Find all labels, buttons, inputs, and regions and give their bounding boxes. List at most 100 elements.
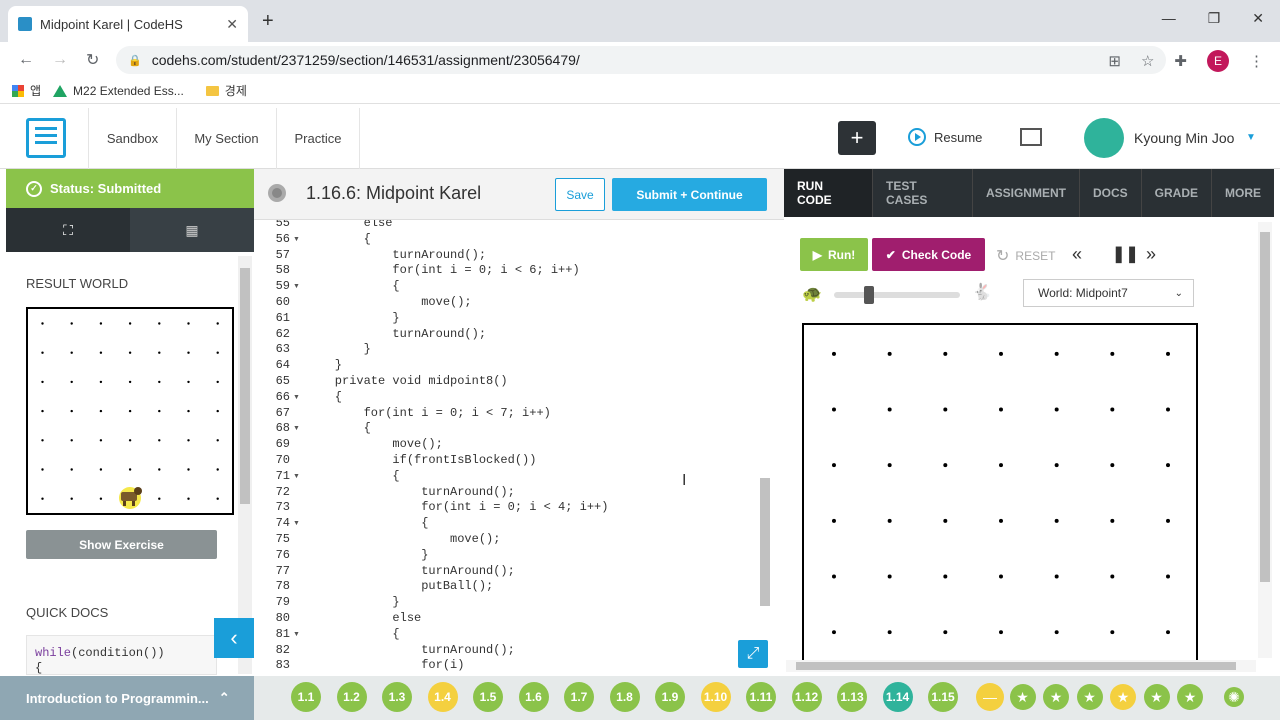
collapse-left-icon[interactable]: ‹ [214,618,254,658]
tab-run-code[interactable]: RUN CODE [784,169,873,217]
url-input[interactable]: 🔒 codehs.com/student/2371259/section/146… [116,46,1166,74]
unit-1-5-button[interactable]: 1.5 [473,682,503,712]
fold-arrow-icon[interactable]: ▼ [293,421,300,437]
check-code-button[interactable]: ✔ Check Code [872,238,985,271]
save-button[interactable]: Save [555,178,605,211]
code-line[interactable]: for(i) [306,658,464,674]
extensions-icon[interactable]: ✚ [1174,52,1187,70]
reset-button[interactable]: ↻ RESET [996,246,1055,266]
unit-1-1-button[interactable]: 1.1 [291,682,321,712]
minimize-icon[interactable]: — [1162,10,1176,27]
code-line[interactable]: } [306,358,342,374]
unit-1-9-button[interactable]: 1.9 [655,682,685,712]
left-scrollbar[interactable] [238,256,252,674]
user-name[interactable]: Kyoung Min Joo [1134,130,1234,146]
expand-icon[interactable]: ⤢ [738,640,768,668]
map-tab-icon[interactable]: ⛶ [6,208,130,252]
nav-practice[interactable]: Practice [276,108,360,169]
restore-icon[interactable]: ❐ [1208,10,1221,27]
close-window-icon[interactable]: ✕ [1252,10,1264,27]
bookmark-apps[interactable]: 앱 [12,82,41,99]
badge-icon[interactable]: ✺ [1224,687,1244,707]
world-horizontal-scrollbar[interactable] [786,660,1256,672]
speed-slider[interactable] [834,292,960,298]
fold-arrow-icon[interactable]: ▼ [293,390,300,406]
fold-arrow-icon[interactable]: ▼ [293,232,300,248]
world-select[interactable]: World: Midpoint7 ⌄ [1023,279,1194,307]
window-icon[interactable] [1020,128,1042,146]
code-line[interactable]: { [306,390,342,406]
code-line[interactable]: turnAround(); [306,248,486,264]
show-exercise-button[interactable]: Show Exercise [26,530,217,559]
code-line[interactable]: putBall(); [306,579,493,595]
step-forward-icon[interactable]: » [1146,244,1156,265]
speed-slider-handle[interactable] [864,286,874,304]
fold-arrow-icon[interactable]: ▼ [293,516,300,532]
code-line[interactable]: { [306,469,399,485]
tab-test-cases[interactable]: TEST CASES [873,169,973,217]
tab-grade[interactable]: GRADE [1142,169,1212,217]
codehs-logo-icon[interactable] [26,118,66,158]
bookmark-star-icon[interactable]: ☆ [1141,52,1154,70]
code-line[interactable]: turnAround(); [306,643,515,659]
code-line[interactable]: turnAround(); [306,564,515,580]
unit-minus-icon[interactable]: — [976,683,1004,711]
chevron-down-icon[interactable]: ▼ [1246,132,1256,143]
course-selector[interactable]: Introduction to Programmin... ⌃ [0,676,254,720]
code-line[interactable]: else [306,220,393,232]
reload-icon[interactable]: ↻ [86,50,99,70]
fold-arrow-icon[interactable]: ▼ [293,279,300,295]
code-editor[interactable]: 55 else 56 ▼ {57 turnAround(); 58 for(int i… [254,220,772,676]
submit-continue-button[interactable]: Submit + Continue [612,178,767,211]
code-line[interactable]: turnAround(); [306,485,515,501]
code-line[interactable]: } [306,548,428,564]
calendar-tab-icon[interactable]: ▦ [130,208,254,252]
tab-assignment[interactable]: ASSIGNMENT [973,169,1080,217]
code-line[interactable]: if(frontIsBlocked()) [306,453,536,469]
code-line[interactable]: turnAround(); [306,327,486,343]
code-line[interactable]: move(); [306,437,442,453]
unit-1-10-button[interactable]: 1.10 [700,682,731,712]
back-icon[interactable]: ← [18,51,34,69]
fold-arrow-icon[interactable]: ▼ [293,469,300,485]
resume-button[interactable]: Resume [908,128,982,146]
code-line[interactable]: } [306,595,399,611]
star-icon[interactable]: ★ [1009,684,1036,710]
editor-scrollbar[interactable] [758,222,770,672]
tab-more[interactable]: MORE [1212,169,1274,217]
code-line[interactable]: for(int i = 0; i < 7; i++) [306,406,551,422]
code-line[interactable]: move(); [306,295,471,311]
unit-1-15-button[interactable]: 1.15 [928,682,958,712]
run-button[interactable]: ▶ Run! [800,238,868,271]
translate-icon[interactable]: ⊞ [1108,52,1121,70]
unit-1-12-button[interactable]: 1.12 [791,682,822,712]
code-line[interactable]: move(); [306,532,500,548]
fold-arrow-icon[interactable]: ▼ [293,627,300,643]
unit-1-2-button[interactable]: 1.2 [336,682,367,712]
browser-tab[interactable]: Midpoint Karel | CodeHS ✕ [8,6,248,42]
star-icon[interactable]: ★ [1043,684,1069,710]
bookmark-m22[interactable]: M22 Extended Ess... [53,84,184,98]
unit-1-7-button[interactable]: 1.7 [564,682,594,712]
forward-icon[interactable]: → [52,51,68,69]
code-line[interactable]: { [306,279,399,295]
user-avatar[interactable] [1084,118,1124,158]
code-line[interactable]: } [306,311,399,327]
code-line[interactable]: else [306,611,421,627]
create-button[interactable]: + [838,121,876,155]
nav-my-section[interactable]: My Section [176,108,276,169]
code-line[interactable]: for(int i = 0; i < 4; i++) [306,500,608,516]
step-back-icon[interactable]: « [1072,244,1082,265]
new-tab-icon[interactable]: + [262,10,274,33]
star-icon[interactable]: ★ [1143,684,1170,710]
code-line[interactable]: private void midpoint8() [306,374,508,390]
unit-1-13-button[interactable]: 1.13 [837,682,867,712]
nav-sandbox[interactable]: Sandbox [88,108,176,169]
star-icon[interactable]: ★ [1177,684,1203,710]
right-scrollbar[interactable] [1258,222,1272,658]
unit-1-6-button[interactable]: 1.6 [518,682,549,712]
unit-1-4-button[interactable]: 1.4 [427,682,458,712]
menu-icon[interactable]: ⋮ [1249,52,1264,70]
code-line[interactable]: { [306,627,399,643]
star-icon[interactable]: ★ [1076,684,1103,710]
